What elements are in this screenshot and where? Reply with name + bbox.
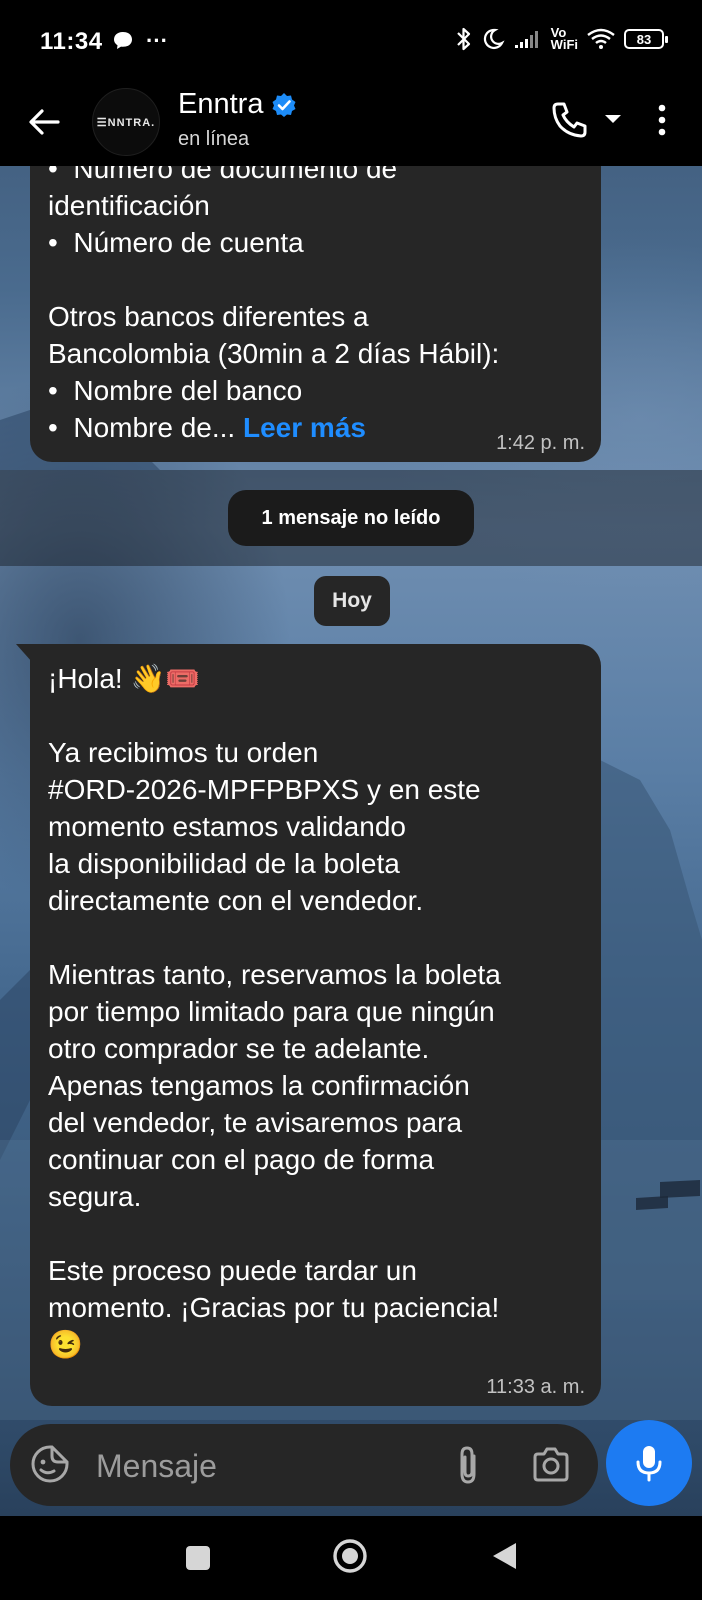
recent-apps-button[interactable] bbox=[186, 1546, 210, 1570]
back-arrow-icon[interactable] bbox=[22, 100, 66, 144]
vowifi-indicator: Vo WiFi bbox=[550, 26, 578, 52]
bubble-tail bbox=[16, 644, 32, 662]
contact-name-text: Enntra bbox=[178, 88, 264, 120]
message-text: ¡Hola! 👋🎟️ Ya recibimos tu orden #ORD-20… bbox=[48, 663, 501, 1360]
status-bar: 11:34 ··· Vo WiFi 83 bbox=[0, 0, 702, 80]
message-composer bbox=[10, 1424, 598, 1506]
message-timestamp: 1:42 p. m. bbox=[496, 432, 585, 454]
message-text: • Número de documento de identificación … bbox=[48, 150, 583, 446]
battery-indicator: 83 bbox=[624, 29, 668, 49]
status-time: 11:34 bbox=[40, 28, 103, 55]
signal-strength-icon bbox=[514, 31, 538, 48]
call-options-chevron-icon[interactable] bbox=[600, 104, 626, 134]
date-divider: Hoy bbox=[314, 576, 390, 626]
read-more-link[interactable]: Leer más bbox=[243, 412, 366, 443]
avatar-logo-text: ☰NNTRA. bbox=[96, 116, 156, 129]
microphone-icon bbox=[636, 1446, 662, 1482]
battery-level: 83 bbox=[636, 31, 652, 47]
contact-name[interactable]: Enntra bbox=[178, 88, 297, 121]
status-right-icons: Vo WiFi 83 bbox=[455, 26, 668, 52]
message-timestamp: 11:33 a. m. bbox=[486, 1376, 585, 1398]
overflow-menu-icon[interactable] bbox=[646, 98, 678, 142]
message-body: • Número de documento de identificación … bbox=[48, 153, 500, 443]
back-triangle-icon[interactable] bbox=[490, 1540, 518, 1572]
voice-message-button[interactable] bbox=[606, 1420, 692, 1506]
attachment-paperclip-icon[interactable] bbox=[448, 1444, 488, 1486]
status-left-icons: ··· bbox=[112, 28, 168, 54]
verified-badge-icon bbox=[272, 92, 296, 117]
message-bubble-received[interactable]: • Número de documento de identificación … bbox=[30, 120, 601, 462]
wifi-icon bbox=[587, 28, 615, 49]
vowifi-bottom-text: WiFi bbox=[550, 37, 578, 52]
bluetooth-icon bbox=[456, 27, 470, 51]
message-input[interactable] bbox=[94, 1442, 428, 1490]
do-not-disturb-moon-icon bbox=[483, 28, 505, 50]
home-button-icon[interactable] bbox=[332, 1538, 368, 1574]
chat-header: ☰NNTRA. Enntra en línea bbox=[0, 80, 702, 166]
message-bubble-received[interactable]: ¡Hola! 👋🎟️ Ya recibimos tu orden #ORD-20… bbox=[16, 644, 601, 1406]
phone-call-icon[interactable] bbox=[548, 98, 592, 142]
more-notifications-icon: ··· bbox=[146, 28, 168, 53]
camera-icon[interactable] bbox=[530, 1444, 572, 1486]
contact-status: en línea bbox=[178, 128, 250, 150]
contact-avatar[interactable]: ☰NNTRA. bbox=[92, 88, 160, 156]
chat-notification-icon bbox=[114, 32, 132, 49]
system-navigation-bar bbox=[0, 1516, 702, 1600]
emoji-sticker-icon[interactable] bbox=[30, 1444, 70, 1484]
unread-messages-pill: 1 mensaje no leído bbox=[228, 490, 474, 546]
